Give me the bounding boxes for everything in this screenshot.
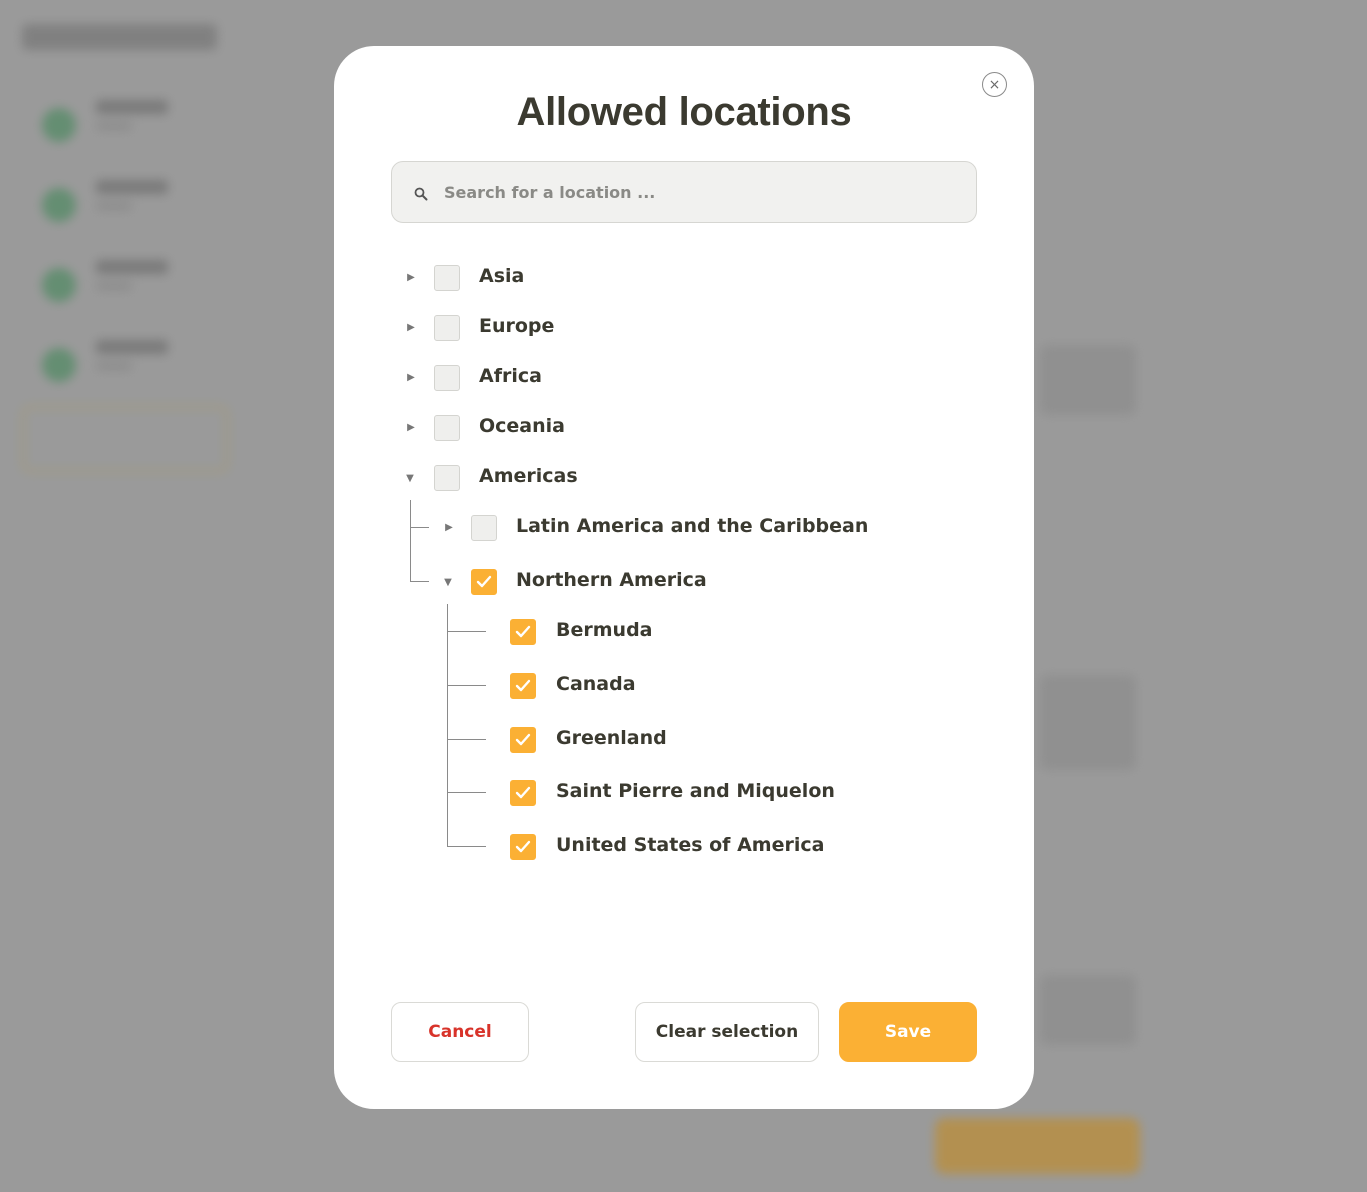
background-step-active	[22, 406, 228, 472]
tree-connector	[447, 631, 486, 632]
background-block	[1040, 345, 1136, 415]
checkmark-icon	[515, 786, 531, 799]
checkmark-icon	[515, 733, 531, 746]
checkmark-icon	[476, 575, 492, 588]
northern-america-label: Northern America	[516, 569, 707, 591]
background-step	[42, 340, 222, 400]
background-step	[42, 260, 222, 320]
latin-america-checkbox[interactable]	[471, 515, 497, 541]
greenland-checkbox[interactable]	[510, 727, 536, 753]
background-step	[42, 100, 222, 160]
save-button[interactable]: Save	[839, 1002, 977, 1062]
checkmark-icon	[515, 679, 531, 692]
tree-connector	[410, 581, 429, 582]
caret-down-icon[interactable]: ▼	[443, 578, 453, 588]
asia-label: Asia	[479, 265, 525, 287]
northern-america-checkbox[interactable]	[471, 569, 497, 595]
search-icon	[414, 187, 428, 201]
asia-checkbox[interactable]	[434, 265, 460, 291]
caret-right-icon[interactable]: ▶	[444, 523, 454, 533]
europe-label: Europe	[479, 315, 555, 337]
europe-checkbox[interactable]	[434, 315, 460, 341]
background-block	[1040, 675, 1136, 770]
americas-label: Americas	[479, 465, 578, 487]
africa-checkbox[interactable]	[434, 365, 460, 391]
tree-connector	[410, 500, 411, 581]
tree-connector	[447, 792, 486, 793]
americas-checkbox[interactable]	[434, 465, 460, 491]
africa-label: Africa	[479, 365, 542, 387]
checkmark-icon	[515, 840, 531, 853]
united-states-checkbox[interactable]	[510, 834, 536, 860]
allowed-locations-modal: × Allowed locations ▶ Asia ▶ Europe ▶ Af…	[334, 46, 1034, 1109]
search-field[interactable]	[391, 161, 977, 223]
background-step	[42, 180, 222, 240]
background-block	[1040, 975, 1136, 1045]
caret-right-icon[interactable]: ▶	[406, 373, 416, 383]
tree-connector	[447, 846, 486, 847]
oceania-label: Oceania	[479, 415, 565, 437]
cancel-button[interactable]: Cancel	[391, 1002, 529, 1062]
canada-checkbox[interactable]	[510, 673, 536, 699]
greenland-label: Greenland	[556, 727, 667, 749]
bermuda-checkbox[interactable]	[510, 619, 536, 645]
modal-title: Allowed locations	[516, 90, 852, 134]
saint-pierre-label: Saint Pierre and Miquelon	[556, 780, 835, 802]
tree-connector	[447, 604, 448, 846]
tree-connector	[410, 527, 429, 528]
background-logo	[22, 24, 217, 50]
caret-right-icon[interactable]: ▶	[406, 323, 416, 333]
search-input[interactable]	[444, 162, 964, 222]
tree-connector	[447, 739, 486, 740]
caret-right-icon[interactable]: ▶	[406, 273, 416, 283]
caret-down-icon[interactable]: ▼	[405, 474, 415, 484]
oceania-checkbox[interactable]	[434, 415, 460, 441]
background-primary-button	[935, 1118, 1140, 1174]
clear-selection-button[interactable]: Clear selection	[635, 1002, 819, 1062]
caret-right-icon[interactable]: ▶	[406, 423, 416, 433]
bermuda-label: Bermuda	[556, 619, 653, 641]
saint-pierre-checkbox[interactable]	[510, 780, 536, 806]
united-states-label: United States of America	[556, 834, 825, 856]
tree-connector	[447, 685, 486, 686]
checkmark-icon	[515, 625, 531, 638]
canada-label: Canada	[556, 673, 636, 695]
latin-america-label: Latin America and the Caribbean	[516, 515, 869, 537]
